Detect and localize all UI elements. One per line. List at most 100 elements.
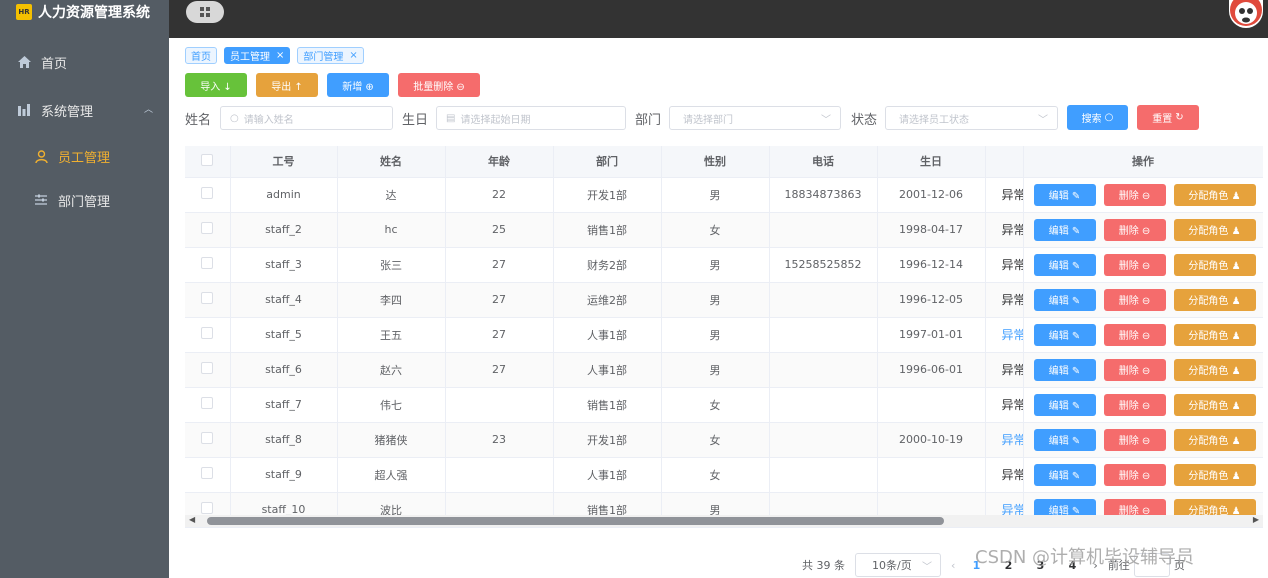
- assign-role-button[interactable]: 分配角色 ♟: [1173, 393, 1256, 416]
- dept-filter-select[interactable]: 请选择部门 ﹀: [669, 106, 841, 130]
- menu-toggle-button[interactable]: [186, 1, 224, 23]
- edit-button[interactable]: 编辑 ✎: [1033, 463, 1096, 486]
- sidebar-item-employees[interactable]: 员工管理: [0, 132, 169, 180]
- sidebar: HR 人力资源管理系统 首页 系统管理 ︿ 员工管理 部门管理: [0, 0, 169, 578]
- cell-state: 异常: [985, 212, 1024, 248]
- cell-phone: [769, 387, 878, 423]
- batch-delete-button[interactable]: 批量删除 ⊖: [398, 73, 480, 97]
- edit-button[interactable]: 编辑 ✎: [1033, 393, 1096, 416]
- edit-button[interactable]: 编辑 ✎: [1033, 358, 1096, 381]
- cell-age: 23: [445, 422, 554, 458]
- table-row[interactable]: staff_7伟七 销售1部女 异常 编辑 ✎ 删除 ⊖ 分配角色 ♟: [185, 387, 1263, 423]
- scroll-right-icon[interactable]: ▶: [1253, 515, 1259, 524]
- cell-birthday: 1998-04-17: [877, 212, 986, 248]
- table-row[interactable]: staff_2hc25销售1部女 1998-04-17异常 编辑 ✎ 删除 ⊖ 分…: [185, 212, 1263, 248]
- app-title: 人力资源管理系统: [38, 5, 150, 21]
- avatar[interactable]: [1229, 0, 1263, 28]
- delete-button[interactable]: 删除 ⊖: [1103, 218, 1166, 241]
- delete-button[interactable]: 删除 ⊖: [1103, 183, 1166, 206]
- row-checkbox[interactable]: [201, 467, 214, 479]
- delete-button[interactable]: 删除 ⊖: [1103, 463, 1166, 486]
- name-filter-input[interactable]: ○ 请输入姓名: [220, 106, 393, 130]
- reset-button[interactable]: 重置 ↻: [1137, 105, 1199, 130]
- birthday-filter-input[interactable]: ▤ 请选择起始日期: [436, 106, 626, 130]
- scrollbar-thumb[interactable]: [207, 517, 944, 525]
- sidebar-item-system[interactable]: 系统管理 ︿: [0, 86, 169, 134]
- page-size-select[interactable]: 10条/页 ﹀: [855, 553, 941, 577]
- horizontal-scrollbar[interactable]: ◀ ▶: [185, 515, 1263, 527]
- search-button[interactable]: 搜索 ○: [1067, 105, 1128, 130]
- table-row[interactable]: staff_6赵六27人事1部男 1996-06-01异常 编辑 ✎ 删除 ⊖ 分…: [185, 352, 1263, 388]
- delete-button[interactable]: 删除 ⊖: [1103, 288, 1166, 311]
- table-row[interactable]: staff_3张三27财务2部男152585258521996-12-14异常 …: [185, 247, 1263, 283]
- row-checkbox[interactable]: [201, 222, 214, 234]
- prev-page-icon[interactable]: ‹: [951, 559, 955, 572]
- row-select-cell: [185, 212, 231, 248]
- cell-actions: 编辑 ✎ 删除 ⊖ 分配角色 ♟: [1023, 317, 1263, 353]
- sidebar-item-departments[interactable]: 部门管理: [0, 176, 169, 224]
- main-content: 首页 员工管理 × 部门管理 × 导入 ↓ 导出 ↑ 新增 ⊕ 批量删除 ⊖ 姓名 …: [169, 38, 1268, 578]
- delete-button[interactable]: 删除 ⊖: [1103, 358, 1166, 381]
- row-checkbox[interactable]: [201, 362, 214, 374]
- assign-role-button[interactable]: 分配角色 ♟: [1173, 183, 1256, 206]
- assign-role-button[interactable]: 分配角色 ♟: [1173, 463, 1256, 486]
- tab-home[interactable]: 首页: [185, 47, 217, 64]
- cell-phone: [769, 282, 878, 318]
- row-checkbox[interactable]: [201, 292, 214, 304]
- row-checkbox[interactable]: [201, 502, 214, 514]
- select-all-header: [185, 146, 231, 178]
- assign-role-button[interactable]: 分配角色 ♟: [1173, 428, 1256, 451]
- cell-dept: 销售1部: [553, 387, 662, 423]
- refresh-icon: ↻: [1175, 112, 1184, 123]
- tab-departments[interactable]: 部门管理 ×: [297, 47, 364, 64]
- cell-gender: 女: [661, 457, 770, 493]
- row-checkbox[interactable]: [201, 327, 214, 339]
- dept-filter-label: 部门: [635, 113, 662, 128]
- table-row[interactable]: staff_9超人强 人事1部女 异常 编辑 ✎ 删除 ⊖ 分配角色 ♟: [185, 457, 1263, 493]
- assign-role-button[interactable]: 分配角色 ♟: [1173, 288, 1256, 311]
- assign-role-button[interactable]: 分配角色 ♟: [1173, 358, 1256, 381]
- row-checkbox[interactable]: [201, 397, 214, 409]
- edit-button[interactable]: 编辑 ✎: [1033, 218, 1096, 241]
- row-select-cell: [185, 317, 231, 353]
- assign-role-button[interactable]: 分配角色 ♟: [1173, 253, 1256, 276]
- delete-button[interactable]: 删除 ⊖: [1103, 428, 1166, 451]
- cell-gender: 女: [661, 212, 770, 248]
- total-count: 共 39 条: [802, 559, 845, 572]
- cell-age: [445, 387, 554, 423]
- delete-button[interactable]: 删除 ⊖: [1103, 253, 1166, 276]
- scroll-left-icon[interactable]: ◀: [189, 515, 195, 524]
- assign-role-button[interactable]: 分配角色 ♟: [1173, 218, 1256, 241]
- import-button[interactable]: 导入 ↓: [185, 73, 247, 97]
- close-icon[interactable]: ×: [276, 50, 284, 61]
- column-header: 电话: [769, 146, 878, 178]
- table-row[interactable]: staff_5王五27人事1部男 1997-01-01异常 编辑 ✎ 删除 ⊖ 分…: [185, 317, 1263, 353]
- row-select-cell: [185, 282, 231, 318]
- edit-button[interactable]: 编辑 ✎: [1033, 253, 1096, 276]
- add-button[interactable]: 新增 ⊕: [327, 73, 389, 97]
- edit-button[interactable]: 编辑 ✎: [1033, 323, 1096, 346]
- edit-button[interactable]: 编辑 ✎: [1033, 428, 1096, 451]
- table-row[interactable]: staff_4李四27运维2部男 1996-12-05异常 编辑 ✎ 删除 ⊖ 分…: [185, 282, 1263, 318]
- cell-gender: 男: [661, 247, 770, 283]
- sidebar-item-home[interactable]: 首页: [0, 38, 169, 86]
- row-checkbox[interactable]: [201, 432, 214, 444]
- edit-button[interactable]: 编辑 ✎: [1033, 183, 1096, 206]
- assign-role-button[interactable]: 分配角色 ♟: [1173, 323, 1256, 346]
- export-button[interactable]: 导出 ↑: [256, 73, 318, 97]
- row-checkbox[interactable]: [201, 187, 214, 199]
- row-checkbox[interactable]: [201, 257, 214, 269]
- status-filter-select[interactable]: 请选择员工状态 ﹀: [885, 106, 1058, 130]
- delete-button[interactable]: 删除 ⊖: [1103, 323, 1166, 346]
- edit-button[interactable]: 编辑 ✎: [1033, 288, 1096, 311]
- select-all-checkbox[interactable]: [201, 153, 214, 166]
- delete-button[interactable]: 删除 ⊖: [1103, 393, 1166, 416]
- cell-gender: 男: [661, 282, 770, 318]
- tab-employees[interactable]: 员工管理 ×: [224, 47, 291, 64]
- sliders-icon: [34, 193, 48, 207]
- table-row[interactable]: admin达22开发1部男188348738632001-12-06异常 编辑 …: [185, 177, 1263, 213]
- chevron-down-icon: ﹀: [821, 115, 831, 126]
- close-icon[interactable]: ×: [349, 50, 357, 61]
- table-row[interactable]: staff_8猪猪侠23开发1部女 2000-10-19异常 编辑 ✎ 删除 ⊖ …: [185, 422, 1263, 458]
- chevron-up-icon: ︿: [143, 105, 153, 115]
